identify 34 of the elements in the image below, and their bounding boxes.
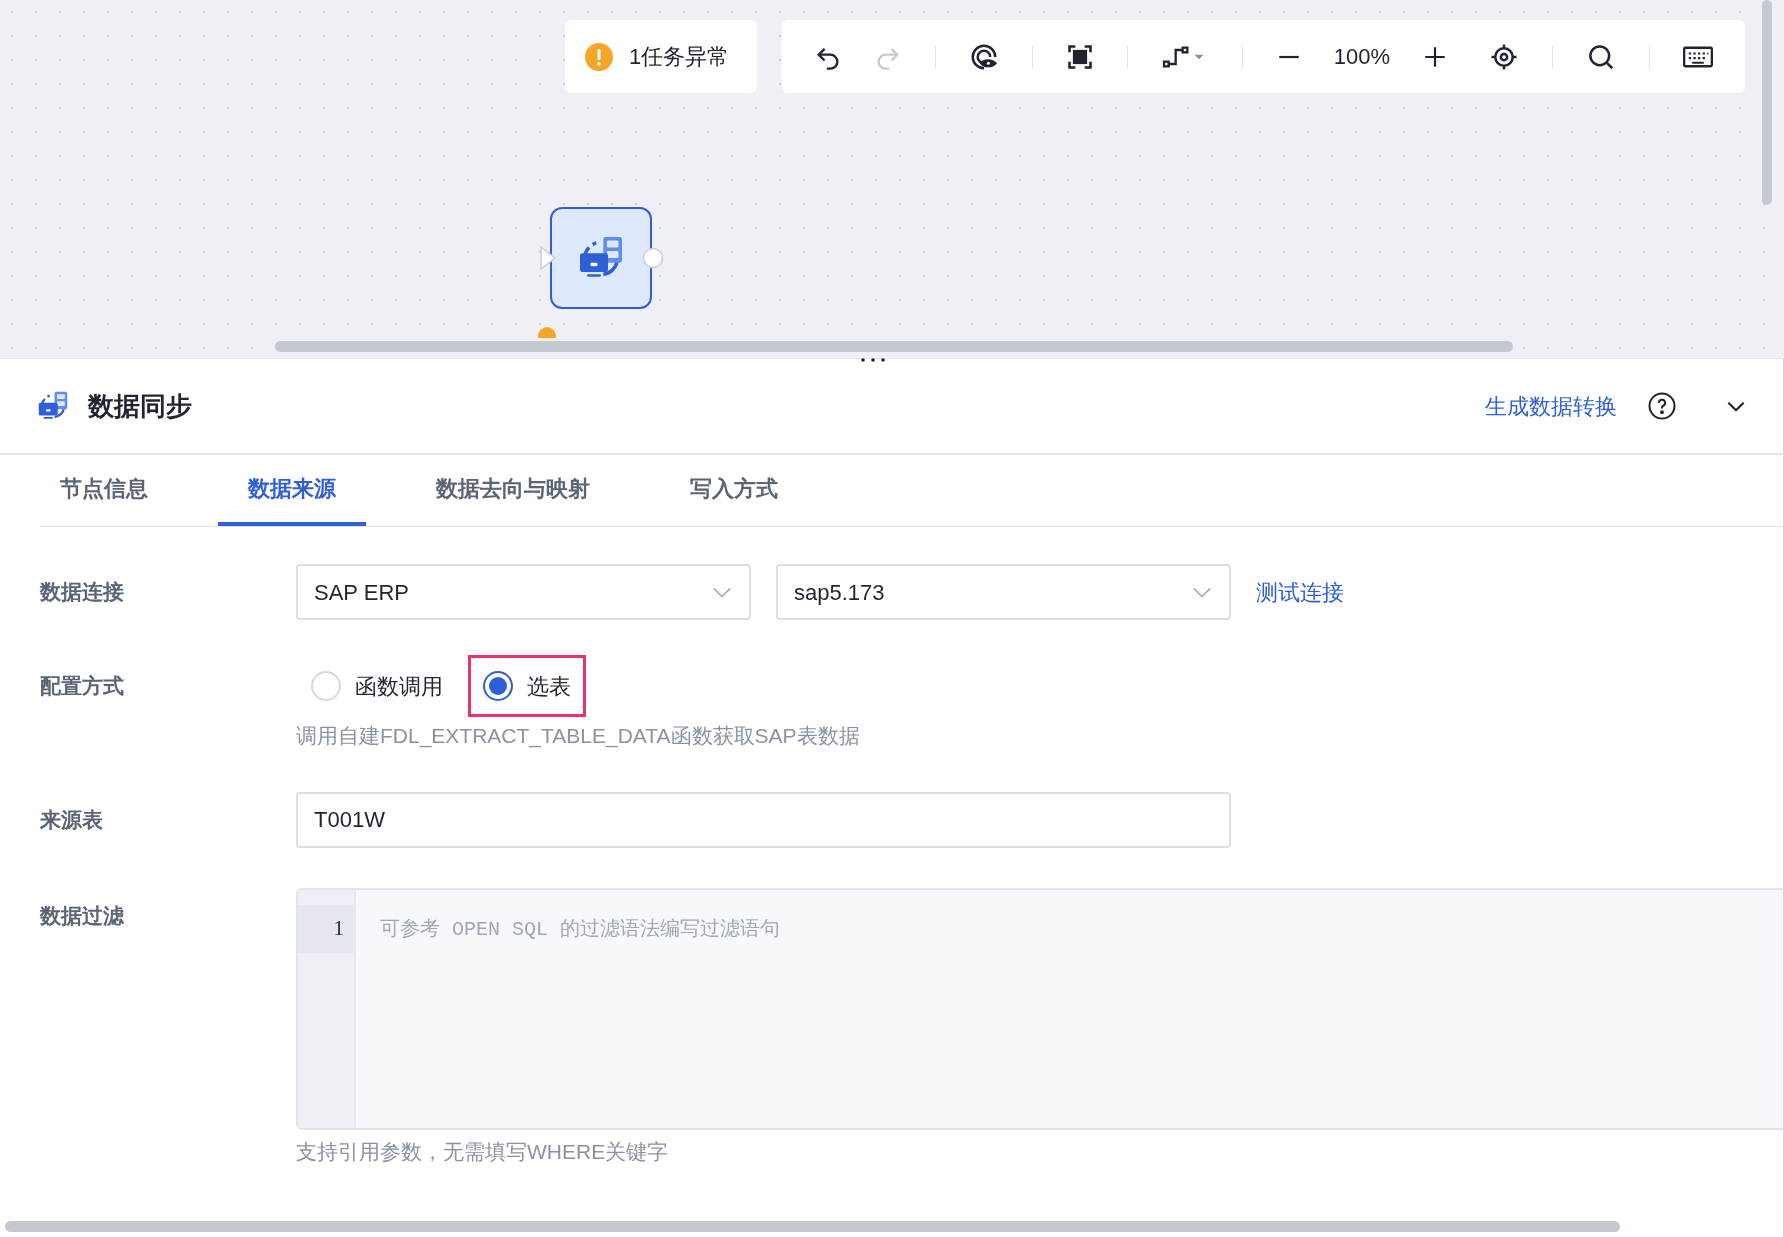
field-label: 来源表 xyxy=(40,806,104,833)
connection-name-select[interactable]: sap5.173 xyxy=(776,564,1231,620)
scrollbar[interactable] xyxy=(275,341,1513,352)
tab[interactable]: 数据去向与映射 xyxy=(406,455,620,526)
zoom-level: 100% xyxy=(1333,43,1391,71)
node-card[interactable] xyxy=(550,207,652,309)
filter-editor[interactable]: 1 可参考 OPEN SQL 的过滤语法编写过滤语句 xyxy=(296,887,1783,1130)
field-label: 数据过滤 xyxy=(40,902,125,929)
radio-option[interactable]: 函数调用 xyxy=(296,655,458,717)
hint-text: 支持引用参数，无需填写WHERE关键字 xyxy=(296,1138,670,1165)
scrollbar[interactable] xyxy=(5,1221,1620,1232)
radio-option[interactable]: 选表 xyxy=(468,655,586,717)
connection-type-select[interactable]: SAP ERP xyxy=(296,564,751,620)
line-number: 1 xyxy=(298,904,354,953)
radio-button[interactable] xyxy=(483,671,513,701)
tab[interactable]: 数据来源 xyxy=(218,455,366,526)
tab[interactable]: 写入方式 xyxy=(660,455,808,526)
field-label: 数据连接 xyxy=(40,579,125,606)
panel-title: 数据同步 xyxy=(88,389,192,423)
alert-text: 1任务异常 xyxy=(629,43,730,71)
alert-badge[interactable]: 1任务异常 xyxy=(565,20,757,93)
help-icon[interactable] xyxy=(1647,391,1677,421)
source-table-field[interactable]: T001W xyxy=(296,791,1231,848)
generate-transform-link[interactable]: 生成数据转换 xyxy=(1485,389,1617,423)
resize-handle-icon[interactable] xyxy=(858,355,888,365)
output-port-icon xyxy=(642,247,664,269)
warning-icon xyxy=(585,42,613,71)
tab[interactable]: 节点信息 xyxy=(30,455,178,526)
test-connection-link[interactable]: 测试连接 xyxy=(1256,575,1344,609)
hint-text: 调用自建FDL_EXTRACT_TABLE_DATA函数获取SAP表数据 xyxy=(296,723,861,750)
field-label: 配置方式 xyxy=(40,673,125,700)
scrollbar[interactable] xyxy=(1762,0,1772,205)
input-port-icon xyxy=(540,246,556,270)
editor-placeholder: 可参考 OPEN SQL 的过滤语法编写过滤语句 xyxy=(380,917,781,941)
